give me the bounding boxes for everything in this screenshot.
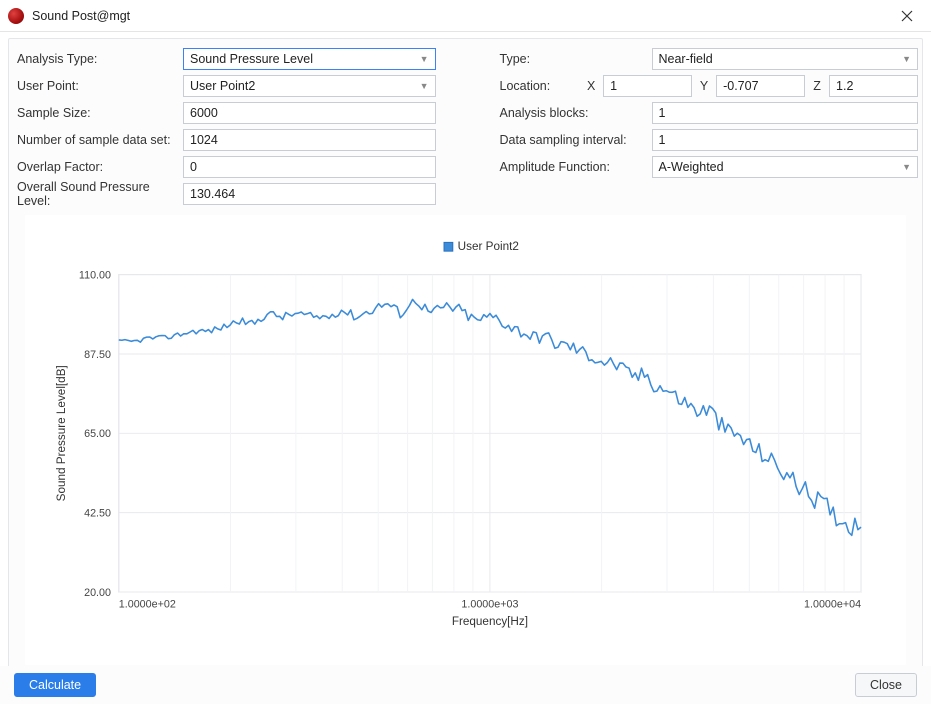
calculate-button-label: Calculate — [29, 678, 81, 692]
blocks-input[interactable] — [652, 102, 919, 124]
svg-text:110.00: 110.00 — [79, 270, 111, 282]
label-analysis-type: Analysis Type: — [13, 52, 183, 66]
chart-panel: 20.00 42.50 65.00 87.50 110.00 1.0000e+02 1.00… — [25, 215, 906, 665]
analysis-type-value: Sound Pressure Level — [190, 52, 313, 66]
user-point-value: User Point2 — [190, 79, 255, 93]
ospl-input[interactable] — [183, 183, 436, 205]
svg-text:1.0000e+04: 1.0000e+04 — [804, 599, 861, 611]
label-overlap: Overlap Factor: — [13, 160, 183, 174]
location-z-label: Z — [811, 79, 823, 93]
window-title: Sound Post@mgt — [32, 9, 893, 23]
location-y-label: Y — [698, 79, 710, 93]
overlap-input[interactable] — [183, 156, 436, 178]
label-blocks: Analysis blocks: — [496, 106, 652, 120]
label-type: Type: — [496, 52, 652, 66]
label-num-data-set: Number of sample data set: — [13, 133, 183, 147]
label-sample-size: Sample Size: — [13, 106, 183, 120]
location-z-input[interactable] — [829, 75, 918, 97]
sample-size-input[interactable] — [183, 102, 436, 124]
location-y-input[interactable] — [716, 75, 805, 97]
svg-text:20.00: 20.00 — [84, 587, 111, 599]
svg-text:65.00: 65.00 — [84, 428, 111, 440]
chevron-down-icon: ▼ — [902, 162, 911, 172]
chevron-down-icon: ▼ — [902, 54, 911, 64]
label-ospl: Overall Sound Pressure Level: — [13, 180, 183, 208]
titlebar: Sound Post@mgt — [0, 0, 931, 32]
amp-fn-select[interactable]: A-Weighted ▼ — [652, 156, 919, 178]
form-panel: Analysis Type: Sound Pressure Level ▼ Us… — [8, 38, 923, 674]
footer: Calculate Close — [0, 666, 931, 704]
amp-fn-value: A-Weighted — [659, 160, 724, 174]
svg-text:Frequency[Hz]: Frequency[Hz] — [452, 615, 528, 628]
chevron-down-icon: ▼ — [420, 54, 429, 64]
close-button-label: Close — [870, 678, 902, 692]
close-button[interactable]: Close — [855, 673, 917, 697]
close-icon[interactable] — [893, 2, 921, 30]
analysis-type-select[interactable]: Sound Pressure Level ▼ — [183, 48, 436, 70]
type-select[interactable]: Near-field ▼ — [652, 48, 919, 70]
num-data-set-input[interactable] — [183, 129, 436, 151]
location-x-label: X — [585, 79, 597, 93]
calculate-button[interactable]: Calculate — [14, 673, 96, 697]
dsi-input[interactable] — [652, 129, 919, 151]
svg-text:87.50: 87.50 — [84, 349, 111, 361]
chart: 20.00 42.50 65.00 87.50 110.00 1.0000e+02 1.00… — [26, 216, 905, 656]
location-x-input[interactable] — [603, 75, 692, 97]
svg-text:1.0000e+02: 1.0000e+02 — [119, 599, 176, 611]
label-amp-fn: Amplitude Function: — [496, 160, 652, 174]
svg-text:42.50: 42.50 — [84, 508, 111, 520]
label-location: Location: — [496, 79, 586, 93]
app-icon — [8, 8, 24, 24]
label-dsi: Data sampling interval: — [496, 133, 652, 147]
label-user-point: User Point: — [13, 79, 183, 93]
user-point-select[interactable]: User Point2 ▼ — [183, 75, 436, 97]
svg-text:1.0000e+03: 1.0000e+03 — [461, 599, 518, 611]
type-value: Near-field — [659, 52, 713, 66]
chevron-down-icon: ▼ — [420, 81, 429, 91]
svg-text:Sound Pressure Level[dB]: Sound Pressure Level[dB] — [55, 365, 68, 501]
svg-text:User Point2: User Point2 — [458, 240, 519, 253]
